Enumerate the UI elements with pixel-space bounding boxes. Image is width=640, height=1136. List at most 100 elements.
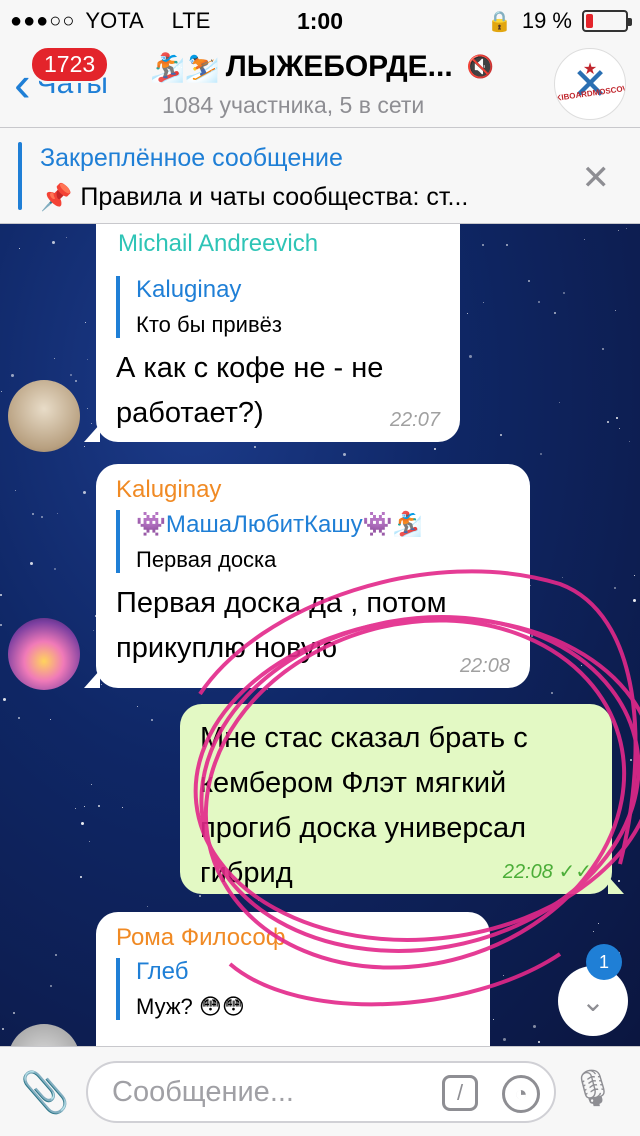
star (554, 312, 556, 314)
message-bubble[interactable]: Рома Философ Глеб Муж? 😳😳 (96, 912, 490, 1046)
star (3, 698, 6, 701)
star (41, 516, 43, 518)
star (602, 348, 604, 350)
star (503, 1038, 506, 1041)
chat-subtitle: 1084 участника, 5 в сети (162, 92, 425, 118)
star (467, 313, 468, 314)
pinned-accent-bar (18, 142, 22, 210)
star (528, 280, 530, 282)
star (558, 900, 559, 901)
star (81, 822, 84, 825)
chat-area[interactable]: Michail Andreevich Kaluginay Кто бы прив… (0, 224, 640, 1046)
star-icon: ★ (582, 61, 598, 78)
unread-badge: 1723 (30, 46, 110, 83)
star (70, 374, 72, 376)
star (500, 434, 502, 436)
chat-header: ‹ Чаты 1723 🏂⛷️ ЛЫЖЕБОРДЕ... 🔇 1084 учас… (0, 40, 640, 128)
message-text: Первая доска да , потом прикуплю новую (116, 587, 447, 664)
message-bubble[interactable]: Kaluginay 👾МашаЛюбитКашу👾🏂 Первая доска … (84, 464, 530, 688)
star (619, 428, 620, 429)
message-sender[interactable]: Рома Философ (116, 924, 470, 952)
paperclip-icon[interactable]: 📎 (20, 1069, 70, 1116)
star (533, 1025, 536, 1028)
star (634, 575, 635, 576)
star (598, 923, 599, 924)
message-bubble[interactable]: Michail Andreevich Kaluginay Кто бы прив… (84, 224, 460, 442)
message-sender[interactable]: Michail Andreevich (118, 230, 318, 258)
read-checkmarks-icon: ✓✓ (558, 861, 592, 883)
reply-text: Первая доска (136, 547, 277, 572)
pinned-title: Закреплённое сообщение (40, 144, 343, 172)
message-input-container[interactable]: / ◔ (86, 1061, 556, 1123)
message-time: 22:08 (502, 861, 553, 883)
pin-icon: 📌 (40, 182, 73, 212)
reply-quote[interactable]: 👾МашаЛюбитКашу👾🏂 Первая доска (116, 510, 510, 573)
star (83, 491, 86, 494)
microphone-icon[interactable]: 🎙 (570, 1067, 616, 1109)
battery-icon (582, 10, 632, 32)
star (84, 806, 85, 807)
message-time: 22:08 (459, 655, 510, 677)
star (30, 562, 33, 565)
reply-quote[interactable]: Kaluginay Кто бы привёз (116, 276, 440, 338)
star (66, 237, 67, 238)
star (538, 301, 540, 303)
chat-title[interactable]: 🏂⛷️ ЛЫЖЕБОРДЕ... 🔇 (150, 50, 550, 84)
star (52, 241, 55, 244)
star (540, 453, 542, 455)
chat-title-text: ЛЫЖЕБОРДЕ... (225, 50, 453, 83)
star (616, 417, 618, 419)
status-right: 🔒 19 % (487, 8, 632, 34)
bot-command-icon[interactable]: / (442, 1075, 478, 1111)
star (57, 513, 58, 514)
avatar[interactable] (8, 1024, 80, 1046)
star (50, 719, 51, 720)
pinned-text: Правила и чаты сообщества: ст... (80, 183, 469, 211)
star (87, 408, 88, 409)
pinned-message[interactable]: Закреплённое сообщение 📌 Правила и чаты … (0, 128, 640, 224)
star (531, 635, 533, 637)
reply-text: Муж? 😳😳 (136, 994, 245, 1019)
chevron-left-icon: ‹ (14, 56, 31, 112)
message-sender[interactable]: Kaluginay (116, 476, 510, 504)
star (630, 759, 632, 761)
star (254, 446, 256, 448)
star (54, 568, 56, 570)
avatar[interactable] (8, 380, 80, 452)
message-input[interactable] (88, 1063, 418, 1121)
star (503, 975, 504, 976)
scroll-unread-badge: 1 (586, 944, 622, 980)
star (75, 808, 76, 809)
chevron-down-icon: ⌄ (581, 985, 605, 1017)
star (18, 717, 20, 719)
star (579, 658, 580, 659)
star (607, 421, 609, 423)
star (633, 599, 636, 602)
star (13, 1012, 15, 1014)
star (85, 322, 86, 323)
status-bar: ●●●○○ YOTA LTE 1:00 🔒 19 % (0, 0, 640, 40)
star (55, 954, 57, 956)
star (101, 684, 102, 685)
star (84, 446, 85, 447)
star (11, 374, 14, 377)
reply-name: Kaluginay (136, 276, 242, 303)
star (147, 906, 148, 907)
star (19, 248, 20, 249)
star (122, 807, 123, 808)
star (614, 587, 616, 589)
star (593, 931, 594, 932)
star (0, 624, 2, 626)
avatar[interactable] (8, 618, 80, 690)
star (559, 402, 560, 403)
star (581, 665, 582, 666)
group-avatar[interactable]: ★ ✕ SKIBOARDMOSCOW (554, 48, 626, 120)
star (1, 391, 2, 392)
close-pinned-button[interactable]: ✕ (582, 158, 611, 198)
sticker-icon[interactable]: ◔ (502, 1075, 540, 1113)
message-input-bar: 📎 / ◔ 🎙 (0, 1046, 640, 1136)
star (483, 302, 484, 303)
outgoing-message-bubble[interactable]: Мне стас сказал брать с кембером Флэт мя… (180, 704, 624, 894)
star (506, 244, 508, 246)
reply-quote[interactable]: Глеб Муж? 😳😳 (116, 958, 470, 1020)
